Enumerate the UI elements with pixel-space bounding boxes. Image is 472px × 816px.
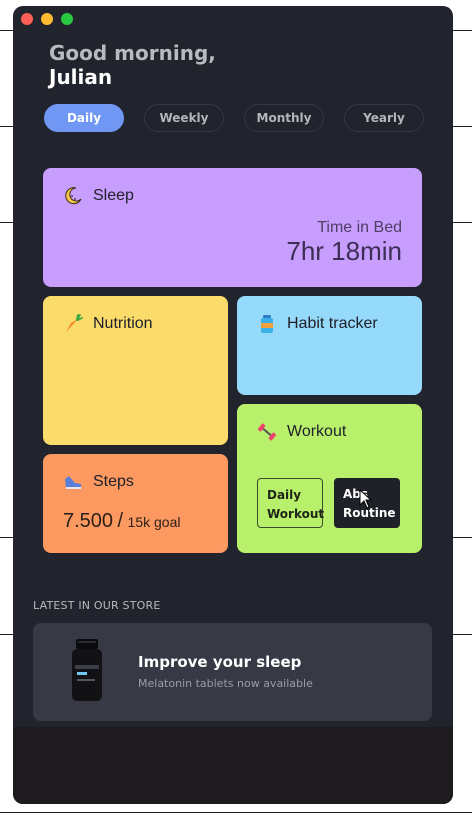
- steps-card[interactable]: Steps 7.500 / 15k goal: [43, 454, 228, 553]
- steps-separator: /: [117, 510, 124, 532]
- carrot-icon: [66, 314, 83, 332]
- store-section-label: LATEST IN OUR STORE: [33, 599, 161, 612]
- greeting-line: Good morning,: [49, 41, 216, 65]
- maximize-window-button[interactable]: [61, 13, 73, 25]
- bottom-band: [13, 727, 453, 804]
- period-tabs: Daily Weekly Monthly Yearly: [44, 104, 424, 132]
- tab-monthly[interactable]: Monthly: [244, 104, 324, 132]
- minimize-window-button[interactable]: [41, 13, 53, 25]
- tab-yearly[interactable]: Yearly: [344, 104, 424, 132]
- mouse-pointer-icon: [359, 489, 373, 509]
- app-window: Good morning, Julian Daily Weekly Monthl…: [13, 6, 453, 804]
- product-subtitle: Melatonin tablets now available: [138, 677, 313, 690]
- button-label: Daily: [267, 488, 302, 502]
- supplement-bottle-image: [72, 639, 102, 701]
- tab-daily[interactable]: Daily: [44, 104, 124, 132]
- nutrition-title: Nutrition: [93, 315, 153, 332]
- habit-tracker-title: Habit tracker: [287, 315, 378, 332]
- greeting: Good morning, Julian: [49, 41, 216, 89]
- dumbbell-icon: [257, 423, 277, 441]
- close-window-button[interactable]: [21, 13, 33, 25]
- tab-weekly[interactable]: Weekly: [144, 104, 224, 132]
- user-name: Julian: [49, 65, 113, 89]
- time-in-bed-label: Time in Bed: [317, 219, 402, 236]
- store-product-card[interactable]: Improve your sleep Melatonin tablets now…: [33, 623, 432, 721]
- habit-tracker-card[interactable]: Habit tracker: [237, 296, 422, 395]
- steps-value: 7.500: [63, 510, 114, 532]
- sleep-title: Sleep: [93, 187, 134, 204]
- steps-count: 7.500 / 15k goal: [63, 510, 180, 533]
- sleep-card[interactable]: Sleep Time in Bed 7hr 18min: [43, 168, 422, 287]
- crescent-moon-icon: [65, 187, 82, 205]
- button-label: Workout: [267, 507, 325, 521]
- sleep-duration: 7hr 18min: [286, 236, 402, 266]
- guide-line: [0, 812, 472, 813]
- steps-title: Steps: [93, 473, 134, 490]
- daily-workout-button[interactable]: Daily Workout: [257, 478, 325, 528]
- water-bottle-icon: [261, 315, 273, 333]
- product-title: Improve your sleep: [138, 653, 302, 671]
- workout-card[interactable]: Workout Daily Workout Abs Routine: [237, 404, 422, 553]
- workout-title: Workout: [287, 423, 347, 440]
- steps-goal: 15k goal: [127, 514, 181, 530]
- nutrition-card[interactable]: Nutrition: [43, 296, 228, 445]
- sneaker-icon: [65, 476, 81, 489]
